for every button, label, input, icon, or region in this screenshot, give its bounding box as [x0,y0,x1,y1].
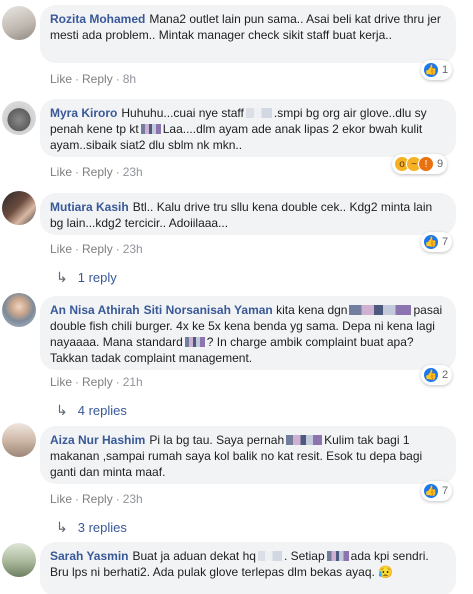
reply-arrow-icon: ↳ [56,519,68,535]
comment-author[interactable]: Myra Kiroro [50,106,117,120]
like-icon: 👍 [423,483,439,499]
like-button[interactable]: Like [50,72,72,86]
reply-button[interactable]: Reply [82,375,113,389]
redacted-image [257,551,282,561]
replies-count: 3 replies [77,520,127,535]
comment-text-1: Pi la bg tau. Saya pernah [149,433,285,447]
reaction-count: 9 [437,158,444,170]
avatar[interactable] [2,191,36,225]
comment-bubble: Myra Kiroro Huhuhu...cuai nye staff .smpi … [40,99,456,157]
comment-text-1: Huhuhu...cuai nye staff [121,106,244,120]
timestamp[interactable]: 8h [123,72,136,86]
like-button[interactable]: Like [50,242,72,256]
comment-bubble: Sarah Yasmin Buat ja aduan dekat hq . Seti… [40,542,456,594]
view-replies-link[interactable]: ↳ 3 replies [56,519,127,536]
timestamp[interactable]: 21h [123,375,143,389]
reaction-summary[interactable]: 👍 7 [421,232,453,252]
avatar[interactable] [2,423,36,457]
redacted-image [326,551,349,561]
comment-text-1: kita kena dgn [276,303,348,317]
redacted-image [245,108,272,118]
comment-text-2: . Setiap [283,549,325,563]
comment-author[interactable]: Aiza Nur Hashim [50,433,145,447]
like-button[interactable]: Like [50,165,72,179]
reply-button[interactable]: Reply [82,242,113,256]
avatar[interactable] [2,6,36,40]
comment-bubble: An Nisa Athirah Siti Norsanisah Yaman kit… [40,296,456,370]
comment-bubble: Mutiara Kasih Btl.. Kalu drive tru sllu k… [40,193,456,235]
avatar[interactable] [2,543,36,577]
reaction-count: 1 [442,64,449,76]
view-replies-link[interactable]: ↳ 4 replies [56,402,127,419]
avatar[interactable] [2,293,36,327]
replies-count: 1 reply [77,270,117,285]
like-button[interactable]: Like [50,492,72,506]
redacted-image [286,435,323,445]
like-icon: 👍 [423,234,439,250]
reaction-summary[interactable]: 👍 2 [421,365,453,385]
reaction-summary[interactable]: 👍 7 [421,481,453,501]
comment-text-1: Buat ja aduan dekat hq [132,549,256,563]
comment-author[interactable]: Sarah Yasmin [50,549,129,563]
reply-button[interactable]: Reply [82,492,113,506]
comment-actions: Like · Reply · 8h [50,72,137,86]
like-icon: 👍 [423,367,439,383]
comment-actions: Like · Reply · 23h [50,165,143,179]
reaction-count: 7 [442,485,449,497]
reply-arrow-icon: ↳ [56,269,68,285]
reply-button[interactable]: Reply [82,72,113,86]
angry-icon: ! [418,156,434,172]
reaction-count: 2 [442,369,449,381]
comment-actions: Like · Reply · 23h [50,242,143,256]
timestamp[interactable]: 23h [123,165,143,179]
comment-bubble: Aiza Nur Hashim Pi la bg tau. Saya pernah… [40,426,456,484]
avatar[interactable] [2,101,36,135]
like-button[interactable]: Like [50,375,72,389]
mention-link[interactable]: Siti Norsanisah Yaman [144,303,273,317]
reaction-count: 7 [442,236,449,248]
redacted-image [184,337,205,347]
comment-author[interactable]: Rozita Mohamed [50,12,145,26]
replies-count: 4 replies [77,403,127,418]
timestamp[interactable]: 23h [123,492,143,506]
reaction-summary[interactable]: 👍 1 [421,60,453,80]
crying-emoji: 😥 [378,565,394,579]
redacted-image [349,305,412,315]
reaction-summary[interactable]: o ~ ! 9 [392,154,448,174]
comment-author[interactable]: Mutiara Kasih [50,200,129,214]
timestamp[interactable]: 23h [123,242,143,256]
like-icon: 👍 [423,62,439,78]
comment-bubble: Rozita Mohamed Mana2 outlet lain pun sama… [40,5,456,63]
comment-actions: Like · Reply · 23h [50,492,143,506]
redacted-image [140,124,161,134]
reply-button[interactable]: Reply [82,165,113,179]
comment-actions: Like · Reply · 21h [50,375,143,389]
view-replies-link[interactable]: ↳ 1 reply [56,269,117,286]
reply-arrow-icon: ↳ [56,402,68,418]
comment-author[interactable]: An Nisa Athirah [50,303,140,317]
